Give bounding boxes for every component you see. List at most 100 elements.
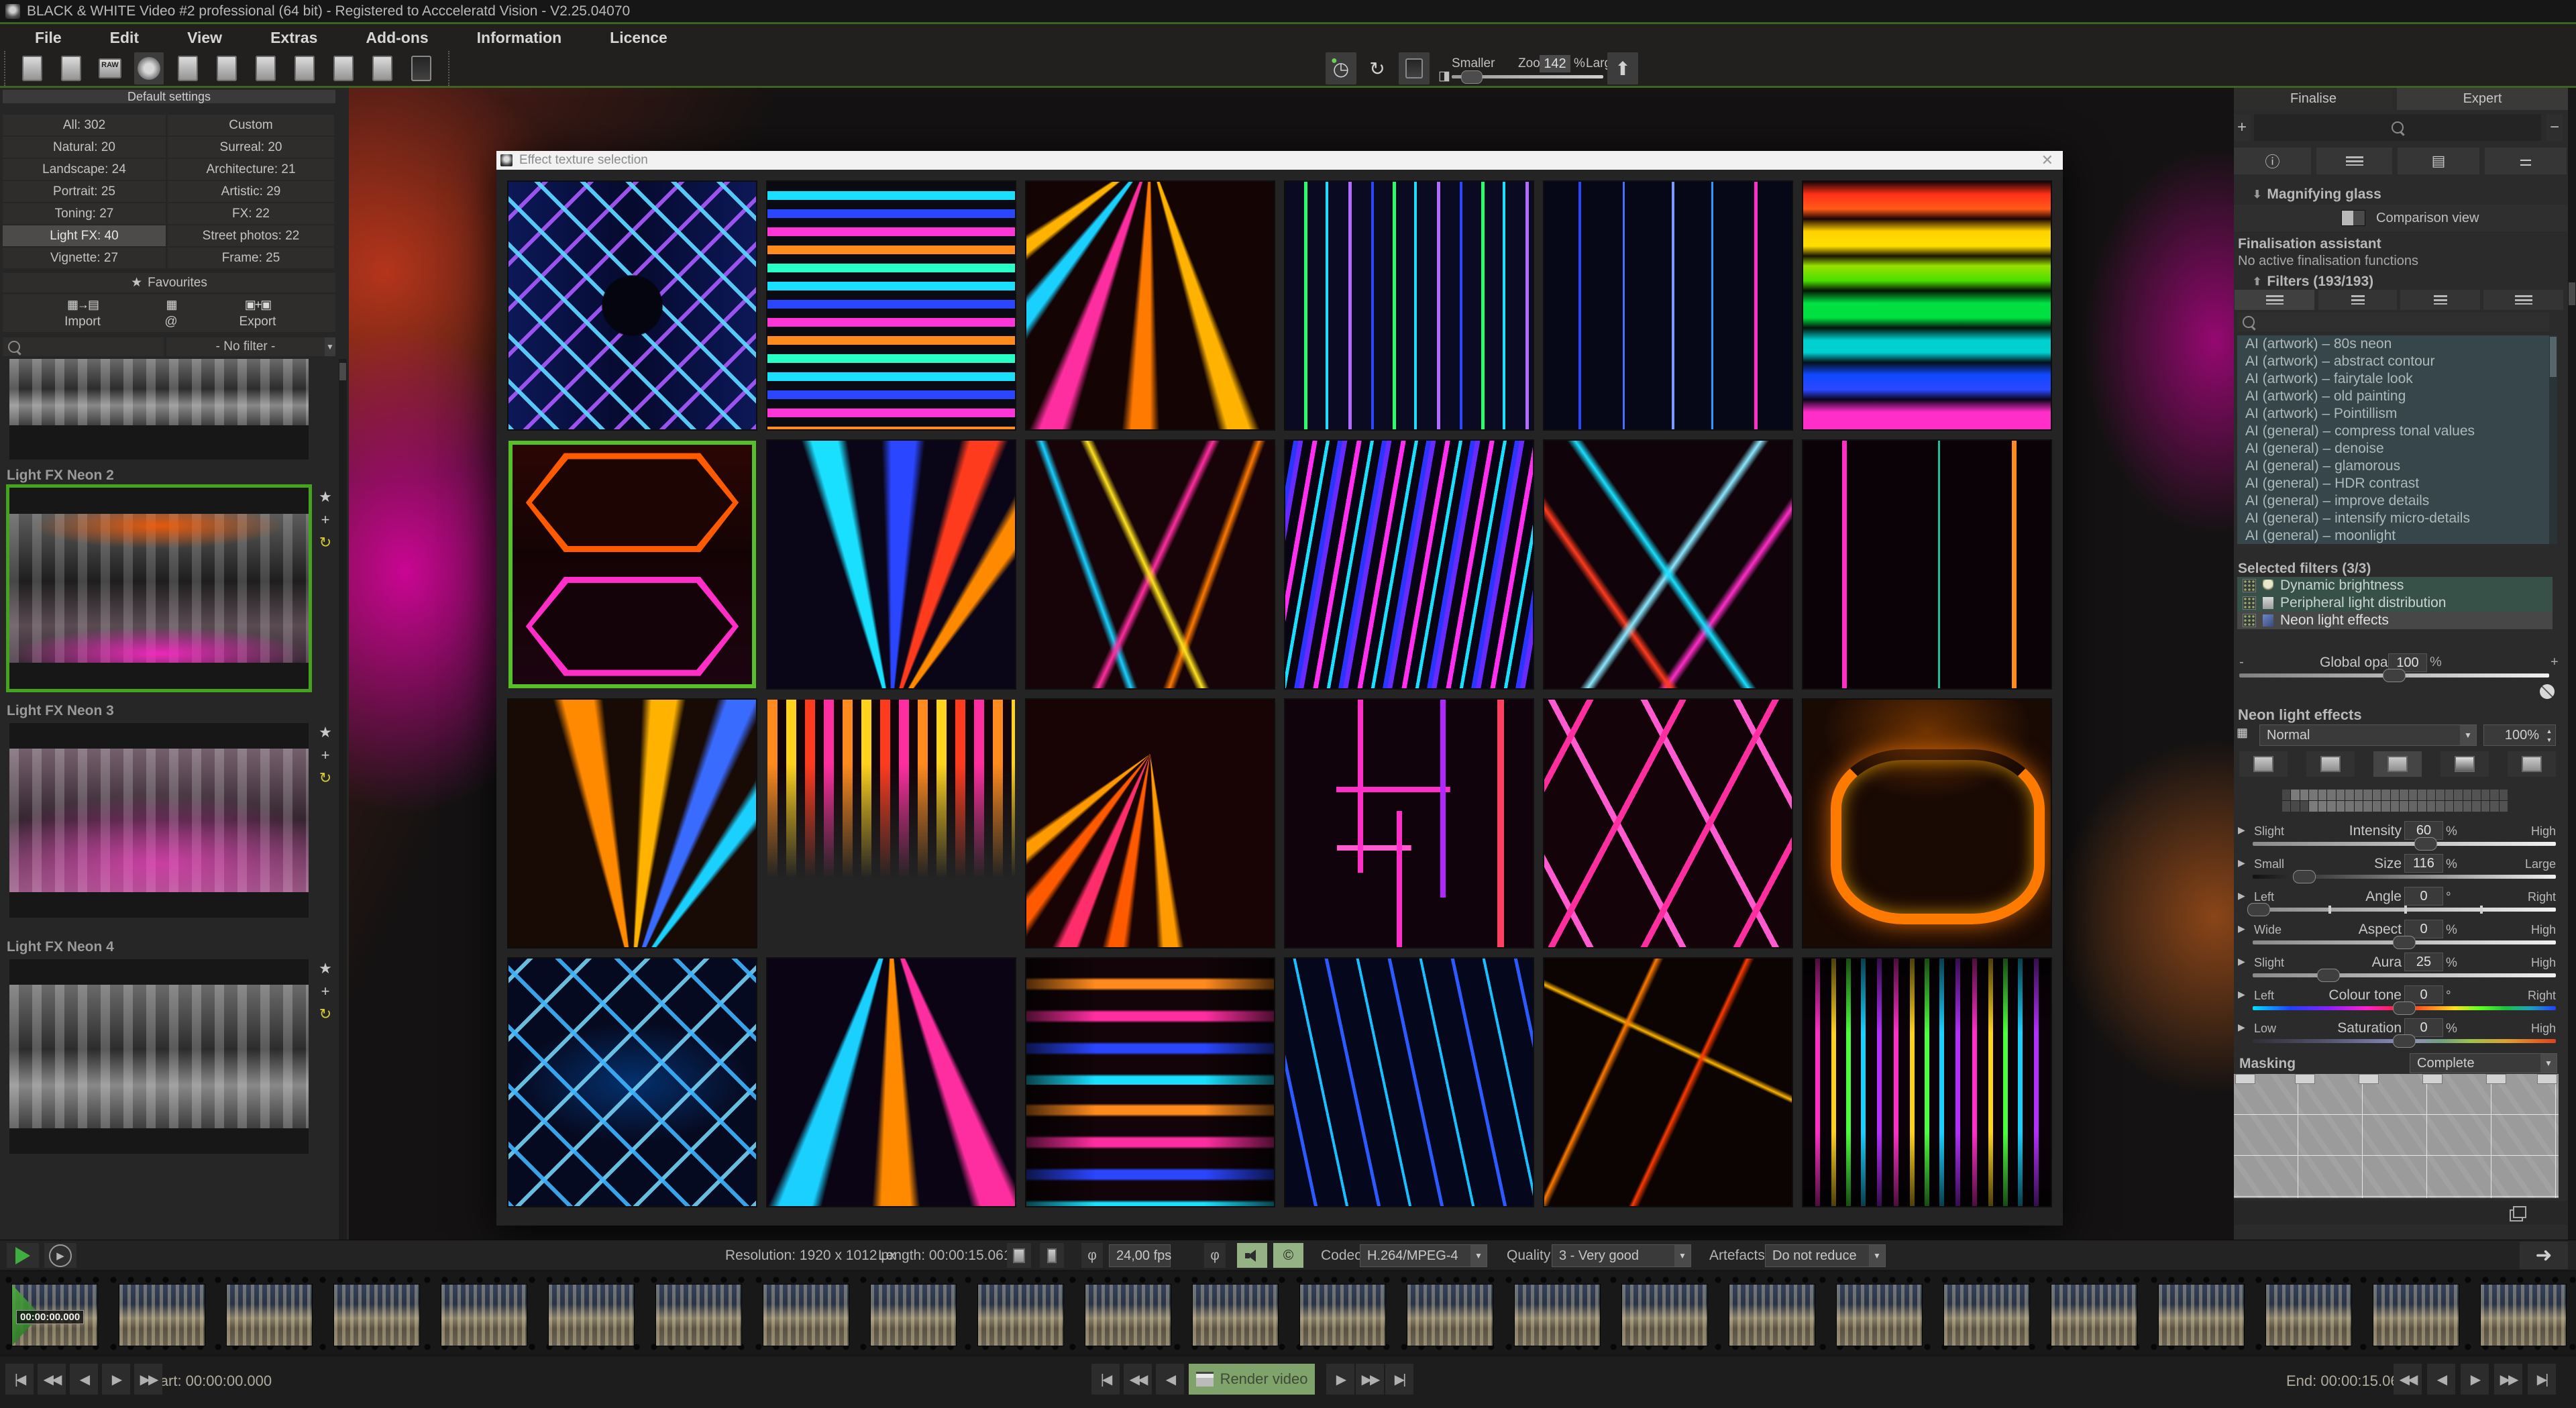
filter-list-item-3[interactable]: AI (artwork) – old painting	[2237, 388, 2549, 405]
texture-swatch[interactable]	[2300, 790, 2308, 800]
export-button[interactable]: ▣+▣ Export	[180, 294, 335, 332]
texture-tile-15[interactable]	[1026, 700, 1274, 947]
step-fwd-button[interactable]: ▶	[2461, 1364, 2489, 1395]
texture-swatch[interactable]	[2454, 801, 2462, 812]
category-button-2[interactable]: Natural: 20	[3, 137, 166, 158]
apply-arrow-icon[interactable]: ➜	[2520, 1242, 2568, 1269]
tab-expert[interactable]: Expert	[2397, 88, 2568, 110]
mask-handle[interactable]	[2537, 1074, 2557, 1084]
tab-finalise[interactable]: Finalise	[2234, 88, 2393, 110]
timeline-frame-19[interactable]	[2051, 1285, 2137, 1346]
checkbox-icon[interactable]	[2243, 614, 2256, 627]
texture-tile-9[interactable]	[1026, 441, 1274, 688]
fit-view-icon[interactable]: ◨	[1438, 68, 1450, 84]
slider-track[interactable]	[2253, 1006, 2556, 1010]
texture-swatch[interactable]	[2500, 801, 2508, 812]
filter-list-item-0[interactable]: AI (artwork) – 80s neon	[2237, 335, 2549, 353]
resize-height-icon[interactable]	[1040, 1243, 1064, 1268]
render-video-button[interactable]: Render video	[1189, 1364, 1315, 1395]
timeline-frame-23[interactable]	[2481, 1285, 2566, 1346]
plus-icon[interactable]: +	[321, 749, 330, 762]
artefacts-dropdown[interactable]: Do not reduce▼	[1765, 1244, 1886, 1267]
texture-swatch[interactable]	[2337, 801, 2345, 812]
menu-licence[interactable]: Licence	[610, 29, 667, 47]
texture-tile-4[interactable]	[1285, 182, 1533, 429]
opacity-minus-button[interactable]: -	[2239, 655, 2244, 670]
mask-handle[interactable]	[2486, 1074, 2506, 1084]
preset-thumb-partial[interactable]	[9, 359, 309, 459]
expand-icon[interactable]: ▶	[2238, 956, 2245, 967]
save-icon[interactable]	[173, 52, 203, 85]
timeline-frame-1[interactable]	[119, 1285, 205, 1346]
import-button[interactable]: ▦→▤ Import	[3, 294, 162, 332]
rotate-icon[interactable]: ↻	[319, 771, 331, 785]
texture-tile-1[interactable]	[508, 182, 756, 429]
texture-swatch[interactable]	[2409, 790, 2417, 800]
histogram-icon[interactable]	[407, 52, 436, 85]
texture-swatch[interactable]	[2463, 790, 2471, 800]
texture-tile-12[interactable]	[1803, 441, 2051, 688]
texture-swatch[interactable]	[2500, 790, 2508, 800]
texture-swatch[interactable]	[2445, 801, 2453, 812]
category-button-7[interactable]: Artistic: 29	[168, 181, 334, 202]
texture-browser-icon[interactable]: ▦	[2237, 726, 2247, 740]
texture-swatch[interactable]	[2445, 790, 2453, 800]
timeline-frame-8[interactable]	[871, 1285, 956, 1346]
filter-list-item-9[interactable]: AI (general) – improve details	[2237, 492, 2549, 510]
timeline-frame-14[interactable]	[1515, 1285, 1600, 1346]
copyright-icon[interactable]: ©	[1273, 1243, 1303, 1268]
larger-step-button[interactable]: ⬆	[1607, 52, 1638, 85]
texture-swatch[interactable]	[2418, 801, 2426, 812]
timer-reset-button[interactable]: ●◷	[1326, 52, 1356, 85]
slider-track[interactable]	[2253, 908, 2556, 912]
texture-swatch[interactable]	[2327, 790, 2335, 800]
category-button-0[interactable]: All: 302	[3, 115, 166, 136]
texture-swatch[interactable]	[2381, 790, 2390, 800]
aspect-lock-icon[interactable]: φ	[1204, 1243, 1226, 1268]
list-detail-icon[interactable]	[2235, 290, 2314, 310]
texture-swatch[interactable]	[2400, 790, 2408, 800]
texture-swatch[interactable]	[2381, 801, 2390, 812]
blend-mode-dropdown[interactable]: Normal ▼	[2259, 724, 2477, 746]
texture-tile-2[interactable]	[767, 182, 1015, 429]
preview-doc-icon[interactable]	[368, 52, 397, 85]
timeline-frame-20[interactable]	[2159, 1285, 2244, 1346]
texture-swatch[interactable]	[2363, 801, 2371, 812]
category-button-11[interactable]: Street photos: 22	[168, 225, 334, 246]
filter-search-input[interactable]	[2237, 313, 2549, 331]
category-button-4[interactable]: Landscape: 24	[3, 159, 166, 180]
slider-track[interactable]	[2253, 973, 2556, 977]
panel-search-input[interactable]	[2254, 114, 2541, 141]
texture-swatch[interactable]	[2481, 801, 2489, 812]
timeline-frame-11[interactable]	[1193, 1285, 1278, 1346]
timeline-frame-3[interactable]	[334, 1285, 419, 1346]
texture-swatch[interactable]	[2345, 790, 2353, 800]
timeline-frame-13[interactable]	[1407, 1285, 1493, 1346]
slider-track[interactable]	[2253, 940, 2556, 944]
texture-swatch[interactable]	[2300, 801, 2308, 812]
expand-icon[interactable]: ▶	[2238, 890, 2245, 902]
rotate-icon[interactable]: ↻	[319, 536, 331, 549]
texture-swatch[interactable]	[2337, 790, 2345, 800]
settings-gear-icon[interactable]	[134, 52, 164, 85]
texture-tile-20[interactable]	[767, 959, 1015, 1206]
zoom-slider-thumb[interactable]	[1461, 70, 1483, 84]
preset-thumb-light-fx-neon-3[interactable]	[9, 723, 309, 918]
category-button-6[interactable]: Portrait: 25	[3, 181, 166, 202]
texture-strip[interactable]	[2282, 790, 2508, 812]
texture-swatch[interactable]	[2309, 801, 2317, 812]
step-back-button[interactable]: ◀	[2427, 1364, 2455, 1395]
slider-value-input[interactable]: 25	[2404, 953, 2443, 971]
list-preview-icon[interactable]	[2400, 290, 2480, 310]
timeline-frame-12[interactable]	[1300, 1285, 1385, 1346]
texture-swatch[interactable]	[2291, 801, 2299, 812]
document-icon[interactable]	[2316, 148, 2392, 174]
filter-list-item-7[interactable]: AI (general) – glamorous	[2237, 457, 2549, 475]
texture-swatch[interactable]	[2463, 801, 2471, 812]
texture-swatch[interactable]	[2363, 790, 2371, 800]
texture-swatch[interactable]	[2373, 790, 2381, 800]
menu-file[interactable]: File	[35, 29, 62, 47]
slider-thumb[interactable]	[2293, 870, 2316, 883]
sliders-icon[interactable]: ⚌	[2485, 148, 2567, 174]
category-button-10[interactable]: Light FX: 40	[3, 225, 166, 246]
